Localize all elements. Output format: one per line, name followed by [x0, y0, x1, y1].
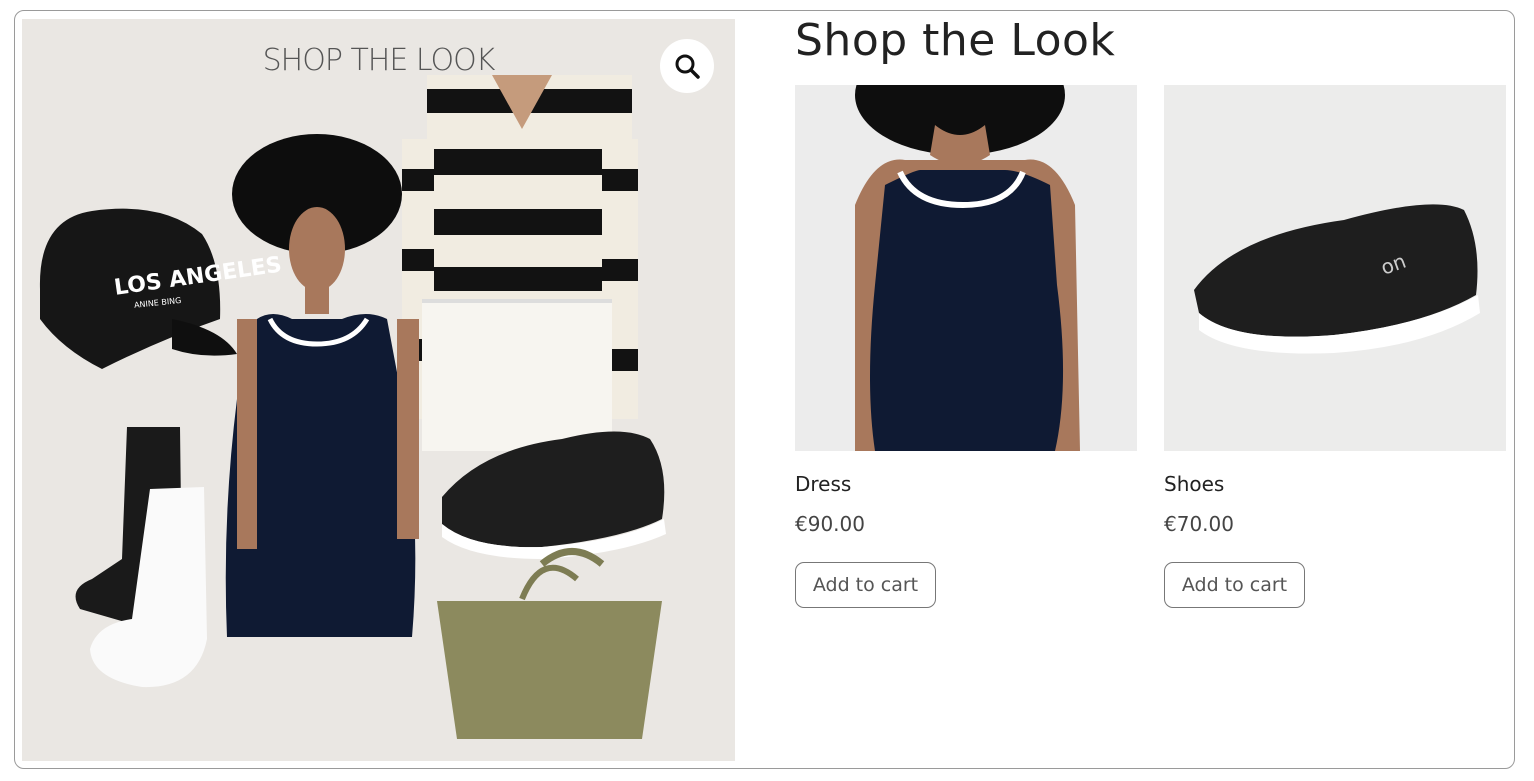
product-name[interactable]: Shoes	[1164, 472, 1224, 496]
dress-model-image	[225, 134, 419, 637]
socks-image	[75, 427, 207, 688]
product-card-shoes: on Shoes €70.00 Add to cart	[1164, 85, 1506, 608]
dress-photo	[795, 85, 1137, 451]
add-to-cart-button[interactable]: Add to cart	[1164, 562, 1305, 608]
zoom-button[interactable]	[660, 39, 714, 93]
shop-the-look-collage[interactable]: SHOP THE LOOK LOS ANGELES ANINE BING	[22, 19, 735, 761]
add-to-cart-button[interactable]: Add to cart	[795, 562, 936, 608]
section-title: Shop the Look	[795, 15, 1116, 66]
magnifier-icon	[675, 54, 700, 79]
product-image-dress[interactable]	[795, 85, 1137, 451]
bag-image	[437, 548, 662, 739]
product-price: €70.00	[1164, 512, 1234, 536]
product-price: €90.00	[795, 512, 865, 536]
jeans-image	[422, 299, 612, 451]
product-card-dress: Dress €90.00 Add to cart	[795, 85, 1137, 608]
collage-graphics: LOS ANGELES ANINE BING	[39, 75, 666, 739]
shoes-photo: on	[1164, 85, 1506, 451]
product-image-shoes[interactable]: on	[1164, 85, 1506, 451]
product-name[interactable]: Dress	[795, 472, 851, 496]
